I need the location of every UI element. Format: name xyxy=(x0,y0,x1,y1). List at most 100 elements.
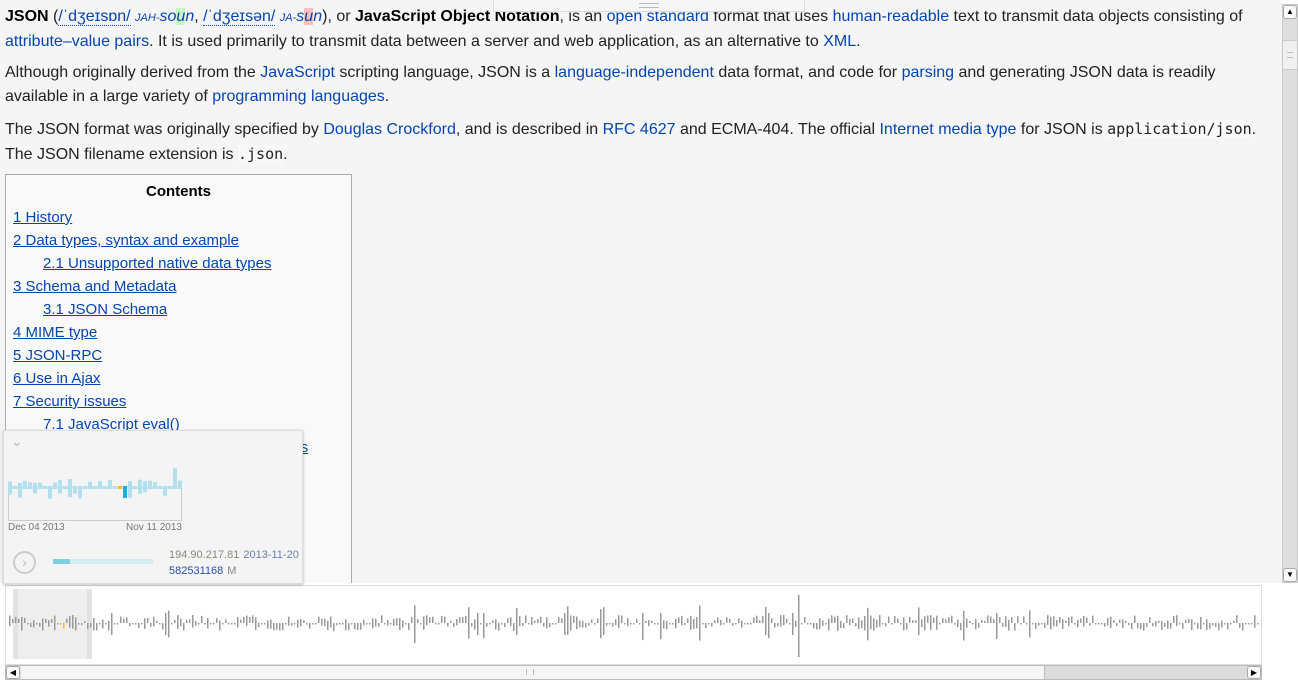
timeline-bar[interactable] xyxy=(9,615,11,627)
timeline-bar[interactable] xyxy=(267,620,269,629)
timeline-bar[interactable] xyxy=(489,623,491,625)
timeline-bar[interactable] xyxy=(669,623,671,625)
article-link[interactable]: language-independent xyxy=(555,64,714,81)
timeline-bar[interactable] xyxy=(771,618,773,623)
scroll-up-icon[interactable]: ▲ xyxy=(1283,5,1297,19)
timeline-bar[interactable] xyxy=(840,620,842,629)
timeline-bar[interactable] xyxy=(1008,619,1010,631)
timeline-bar[interactable] xyxy=(132,623,134,625)
timeline-bar[interactable] xyxy=(507,618,509,623)
timeline-bar[interactable] xyxy=(675,618,677,629)
timeline-bar[interactable] xyxy=(54,615,56,631)
mini-chart-bar[interactable] xyxy=(43,486,47,489)
timeline-bar[interactable] xyxy=(324,618,326,627)
timeline-bar[interactable] xyxy=(963,610,965,641)
timeline-bar[interactable] xyxy=(1185,619,1187,623)
timeline-bar[interactable] xyxy=(471,623,473,627)
timeline-bar[interactable] xyxy=(45,618,47,623)
timeline-bar[interactable] xyxy=(765,606,767,635)
vertical-scrollbar[interactable]: ▲ ▼ xyxy=(1282,4,1298,583)
timeline-bar[interactable] xyxy=(915,620,917,623)
timeline-bar[interactable] xyxy=(987,615,989,623)
timeline-bar[interactable] xyxy=(360,623,362,630)
timeline-bar[interactable] xyxy=(327,620,329,631)
timeline-bar[interactable] xyxy=(621,615,623,623)
article-link[interactable]: JavaScript xyxy=(260,64,335,81)
scroll-thumb[interactable] xyxy=(1283,40,1297,70)
timeline-bar[interactable] xyxy=(348,623,350,631)
article-link[interactable]: XML xyxy=(823,33,856,50)
scroll-right-icon[interactable]: ▶ xyxy=(1247,666,1261,679)
timeline-bar[interactable] xyxy=(600,609,602,639)
timeline-bar[interactable] xyxy=(435,623,437,625)
timeline-bar[interactable] xyxy=(747,623,749,625)
chevron-right-circle-icon[interactable]: › xyxy=(13,551,36,574)
timeline-bar[interactable] xyxy=(1002,623,1004,627)
timeline-bar[interactable] xyxy=(99,623,101,625)
timeline-bar[interactable] xyxy=(633,623,635,625)
timeline-bar[interactable] xyxy=(1020,623,1022,625)
timeline-bar[interactable] xyxy=(1140,623,1142,630)
timeline-bar[interactable] xyxy=(291,623,293,626)
timeline-bar[interactable] xyxy=(204,623,206,625)
timeline-bar[interactable] xyxy=(24,617,26,623)
timeline-bar[interactable] xyxy=(81,623,83,626)
timeline-bar[interactable] xyxy=(219,620,221,631)
timeline-bar[interactable] xyxy=(243,616,245,623)
timeline-bar[interactable] xyxy=(354,623,356,630)
timeline-bar[interactable] xyxy=(417,619,419,623)
timeline-bar[interactable] xyxy=(1197,623,1199,629)
timeline-bar[interactable] xyxy=(576,616,578,630)
timeline-bar[interactable] xyxy=(309,623,311,629)
respelling-link[interactable]: jah- xyxy=(135,12,159,24)
toc-item[interactable]: 6 Use in Ajax xyxy=(6,367,351,390)
timeline-bar[interactable] xyxy=(1080,618,1082,623)
timeline-bar[interactable] xyxy=(399,618,401,631)
timeline-bar[interactable] xyxy=(441,615,443,623)
timeline-bar[interactable] xyxy=(585,623,587,628)
timeline-bar[interactable] xyxy=(246,615,248,626)
timeline-bar[interactable] xyxy=(153,616,155,627)
timeline-bar[interactable] xyxy=(135,623,137,625)
scroll-thumb-horizontal[interactable] xyxy=(21,666,1045,679)
timeline-bar[interactable] xyxy=(597,618,599,623)
timeline-bar[interactable] xyxy=(780,615,782,627)
timeline-bar[interactable] xyxy=(909,616,911,623)
timeline-bar[interactable] xyxy=(753,617,755,623)
timeline-bar[interactable] xyxy=(1143,623,1145,631)
timeline-bar[interactable] xyxy=(477,613,479,635)
timeline-bar[interactable] xyxy=(573,615,575,623)
respelling-link[interactable]: n xyxy=(185,8,194,25)
timeline-bar[interactable] xyxy=(84,620,86,623)
mini-chart-bar[interactable] xyxy=(18,482,22,498)
timeline-bar[interactable] xyxy=(1188,618,1190,623)
timeline-bar[interactable] xyxy=(408,623,410,631)
timeline-bar[interactable] xyxy=(465,616,467,623)
timeline-bar[interactable] xyxy=(120,616,122,623)
timeline-bar[interactable] xyxy=(111,613,113,635)
timeline-bar[interactable] xyxy=(1134,615,1136,623)
timeline-bar[interactable] xyxy=(717,617,719,623)
timeline-bar[interactable] xyxy=(960,623,962,631)
timeline-bar[interactable] xyxy=(804,616,806,623)
timeline-bar[interactable] xyxy=(801,623,803,625)
mini-chart-bar[interactable] xyxy=(73,486,77,494)
timeline-bar[interactable] xyxy=(639,623,641,625)
timeline-bar[interactable] xyxy=(405,623,407,625)
timeline-bar[interactable] xyxy=(666,620,668,630)
timeline-bar[interactable] xyxy=(1092,615,1094,623)
timeline-bar[interactable] xyxy=(1167,620,1169,629)
timeline-bar[interactable] xyxy=(687,618,689,623)
timeline-bar[interactable] xyxy=(423,616,425,630)
toc-item[interactable]: 2 Data types, syntax and example xyxy=(6,229,351,252)
mini-chart-bar[interactable] xyxy=(133,486,137,489)
timeline-bar[interactable] xyxy=(642,613,644,641)
timeline-bar[interactable] xyxy=(390,623,392,625)
timeline-bar[interactable] xyxy=(645,620,647,623)
timeline-bar[interactable] xyxy=(843,623,845,629)
timeline-bar[interactable] xyxy=(63,623,65,629)
timeline-bar[interactable] xyxy=(1107,617,1109,626)
timeline-bar[interactable] xyxy=(942,618,944,623)
timeline-bar[interactable] xyxy=(492,620,494,623)
timeline-bar[interactable] xyxy=(660,613,662,640)
